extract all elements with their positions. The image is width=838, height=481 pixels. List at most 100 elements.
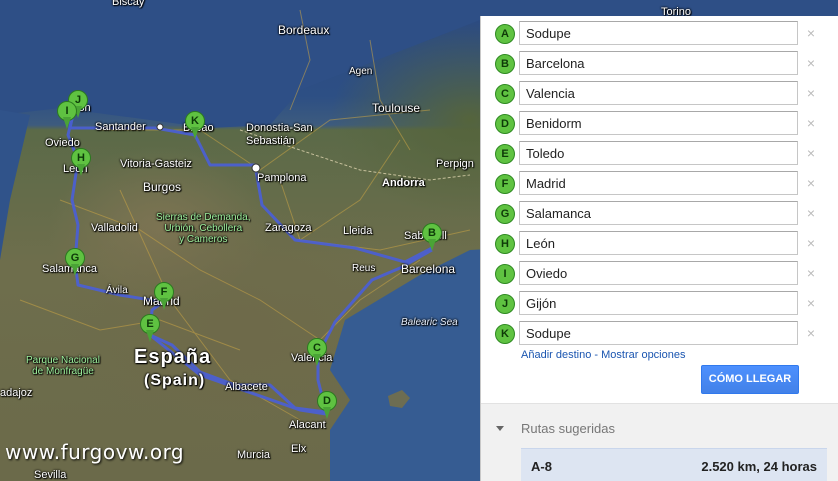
pin-tail <box>146 330 154 342</box>
label-santander: Santander <box>95 121 146 133</box>
label-alicante: Alacant <box>289 419 326 431</box>
label-sierras: Sierras de Demanda, Urbión, Cebollera y … <box>156 212 251 245</box>
remove-waypoint-icon[interactable]: × <box>804 145 818 161</box>
show-options-link[interactable]: Mostrar opciones <box>601 349 685 361</box>
waypoint-marker[interactable]: G <box>495 204 515 224</box>
remove-waypoint-icon[interactable]: × <box>804 235 818 251</box>
map-pin-i[interactable]: I <box>57 101 77 129</box>
remove-waypoint-icon[interactable]: × <box>804 295 818 311</box>
label-toulouse: Toulouse <box>372 101 421 115</box>
label-barcelona: Barcelona <box>401 262 456 276</box>
remove-waypoint-icon[interactable]: × <box>804 115 818 131</box>
waypoint-input[interactable] <box>519 171 798 195</box>
label-donostia: Donostia-San Sebastián <box>246 122 313 147</box>
pin-tail <box>63 117 71 129</box>
route-option[interactable]: A-8 2.520 km, 24 horas <box>521 448 827 481</box>
label-vitoria: Vitoria-Gasteiz <box>120 158 192 170</box>
waypoint-links: Añadir destino - Mostrar opciones <box>521 349 685 361</box>
remove-waypoint-icon[interactable]: × <box>804 325 818 341</box>
label-burgos: Burgos <box>143 180 182 194</box>
remove-waypoint-icon[interactable]: × <box>804 175 818 191</box>
label-zaragoza: Zaragoza <box>265 222 312 234</box>
remove-waypoint-icon[interactable]: × <box>804 25 818 41</box>
waypoint-marker[interactable]: D <box>495 114 515 134</box>
label-spain-en: (Spain) <box>144 372 206 389</box>
waypoint-row: K × <box>481 319 838 349</box>
map-pin-k[interactable]: K <box>185 111 205 139</box>
pin-tail <box>71 264 79 276</box>
pin-tail <box>428 239 436 251</box>
waypoint-marker[interactable]: A <box>495 24 515 44</box>
map-pin-h[interactable]: H <box>71 148 91 176</box>
pin-tail <box>77 164 85 176</box>
waypoint-input[interactable] <box>519 111 798 135</box>
label-lleida: Lleida <box>343 225 373 237</box>
waypoint-row: E × <box>481 139 838 169</box>
label-reus: Reus <box>352 263 376 274</box>
waypoint-input[interactable] <box>519 201 798 225</box>
remove-waypoint-icon[interactable]: × <box>804 265 818 281</box>
waypoint-marker[interactable]: J <box>495 294 515 314</box>
label-albacete: Albacete <box>225 381 268 393</box>
suggested-routes-section: Rutas sugeridas A-8 2.520 km, 24 horas <box>481 403 838 481</box>
route-name: A-8 <box>531 459 552 474</box>
pin-tail <box>323 407 331 419</box>
waypoint-row: B × <box>481 49 838 79</box>
label-biscay: Biscay <box>112 0 145 8</box>
map-pin-c[interactable]: C <box>307 338 327 366</box>
map-pin-b[interactable]: B <box>422 223 442 251</box>
label-pamplona: Pamplona <box>257 172 307 184</box>
label-monfrague: Parque Nacional de Monfragüe <box>26 355 100 377</box>
waypoint-input[interactable] <box>519 141 798 165</box>
waypoint-input[interactable] <box>519 231 798 255</box>
label-agen: Agen <box>349 66 373 77</box>
waypoint-marker[interactable]: F <box>495 174 515 194</box>
remove-waypoint-icon[interactable]: × <box>804 205 818 221</box>
waypoint-input[interactable] <box>519 321 798 345</box>
waypoint-marker[interactable]: B <box>495 54 515 74</box>
label-andorra: Andorra <box>382 177 425 189</box>
map-pin-d[interactable]: D <box>317 391 337 419</box>
waypoint-row: J × <box>481 289 838 319</box>
label-spain: España <box>134 346 212 368</box>
pin-tail <box>160 298 168 310</box>
waypoint-marker[interactable]: E <box>495 144 515 164</box>
map-pin-e[interactable]: E <box>140 314 160 342</box>
add-destination-link[interactable]: Añadir destino <box>521 349 591 361</box>
label-bordeaux: Bordeaux <box>278 23 330 37</box>
waypoint-input[interactable] <box>519 51 798 75</box>
suggested-routes-title[interactable]: Rutas sugeridas <box>521 421 615 436</box>
remove-waypoint-icon[interactable]: × <box>804 85 818 101</box>
waypoint-row: H × <box>481 229 838 259</box>
get-directions-button[interactable]: CÓMO LLEGAR <box>701 365 799 394</box>
route-info: 2.520 km, 24 horas <box>701 459 817 474</box>
label-murcia: Murcia <box>237 449 271 461</box>
waypoint-row: I × <box>481 259 838 289</box>
waypoint-marker[interactable]: C <box>495 84 515 104</box>
label-avila: Ávila <box>106 285 128 296</box>
label-balearic-sea: Balearic Sea <box>401 317 458 328</box>
waypoint-row: F × <box>481 169 838 199</box>
waypoint-marker[interactable]: K <box>495 324 515 344</box>
remove-waypoint-icon[interactable]: × <box>804 55 818 71</box>
links-separator: - <box>591 349 602 361</box>
pin-tail <box>191 127 199 139</box>
label-elx: Elx <box>291 443 307 455</box>
waypoint-row: G × <box>481 199 838 229</box>
waypoint-input[interactable] <box>519 81 798 105</box>
waypoint-input[interactable] <box>519 261 798 285</box>
watermark: www.furgovw.org <box>5 440 185 464</box>
directions-panel: A × B × C × D × E × F × G × H × I × <box>480 16 838 481</box>
waypoint-marker[interactable]: H <box>495 234 515 254</box>
chevron-down-icon[interactable] <box>496 426 504 431</box>
map-pin-g[interactable]: G <box>65 248 85 276</box>
waypoint-row: A × <box>481 19 838 49</box>
map-pin-f[interactable]: F <box>154 282 174 310</box>
label-badajoz: adajoz <box>0 387 33 399</box>
waypoint-marker[interactable]: I <box>495 264 515 284</box>
label-sevilla: Sevilla <box>34 469 67 481</box>
label-perpignan: Perpign <box>436 158 474 170</box>
waypoint-input[interactable] <box>519 291 798 315</box>
label-valladolid: Valladolid <box>91 222 138 234</box>
waypoint-input[interactable] <box>519 21 798 45</box>
